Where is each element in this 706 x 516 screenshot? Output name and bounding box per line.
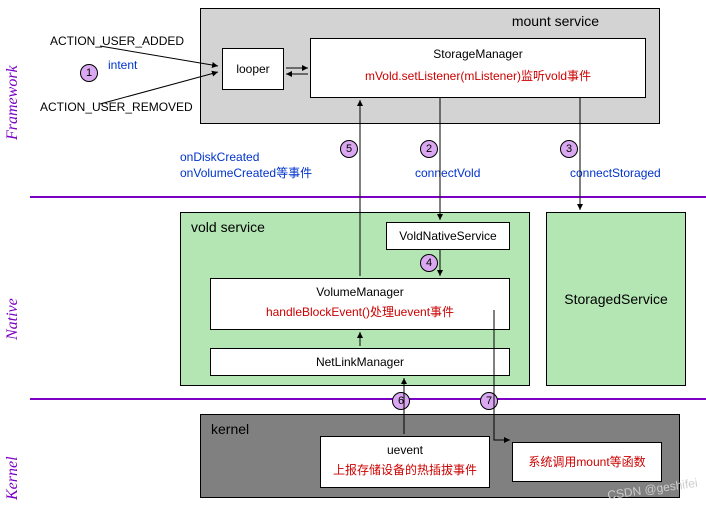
badge-3: 3 — [560, 140, 578, 158]
label-events: onDiskCreated onVolumeCreated等事件 — [180, 150, 312, 181]
label-intent: intent — [108, 58, 137, 72]
badge-5: 5 — [340, 140, 358, 158]
box-vold-native-service: VoldNativeService — [386, 222, 510, 250]
separator-framework-native — [30, 196, 706, 198]
layer-label-native: Native — [4, 298, 22, 340]
text-syscall: 系统调用mount等函数 — [528, 455, 645, 469]
title-uevent: uevent — [321, 437, 489, 457]
detail-volume-manager: handleBlockEvent()处理uevent事件 — [211, 299, 509, 320]
box-volume-manager: VolumeManager handleBlockEvent()处理uevent… — [210, 278, 510, 330]
title-vold-service: vold service — [191, 219, 265, 235]
detail-uevent: 上报存储设备的热插拔事件 — [321, 457, 489, 478]
badge-1: 1 — [80, 64, 98, 82]
label-action-added: ACTION_USER_ADDED — [50, 34, 184, 48]
title-mount-service: mount service — [512, 13, 599, 29]
layer-label-kernel: Kernel — [4, 456, 22, 500]
detail-storage-manager: mVold.setListener(mListener)监听vold事件 — [311, 61, 645, 84]
label-action-removed: ACTION_USER_REMOVED — [40, 100, 193, 114]
badge-4: 4 — [420, 254, 438, 272]
box-storaged-service: StoragedService — [546, 212, 686, 386]
box-storage-manager: StorageManager mVold.setListener(mListen… — [310, 38, 646, 98]
badge-6: 6 — [392, 392, 410, 410]
box-uevent: uevent 上报存储设备的热插拔事件 — [320, 436, 490, 488]
title-storage-manager: StorageManager — [311, 39, 645, 61]
badge-2: 2 — [420, 140, 438, 158]
label-connect-storaged: connectStoraged — [570, 166, 661, 180]
box-syscall: 系统调用mount等函数 — [512, 442, 662, 482]
separator-native-kernel — [30, 398, 706, 400]
box-netlink-manager: NetLinkManager — [210, 348, 510, 376]
title-volume-manager: VolumeManager — [211, 279, 509, 299]
label-connect-vold: connectVold — [415, 166, 480, 180]
badge-7: 7 — [480, 392, 498, 410]
title-kernel: kernel — [211, 421, 249, 437]
layer-label-framework: Framework — [4, 65, 22, 140]
box-looper: looper — [222, 48, 284, 90]
